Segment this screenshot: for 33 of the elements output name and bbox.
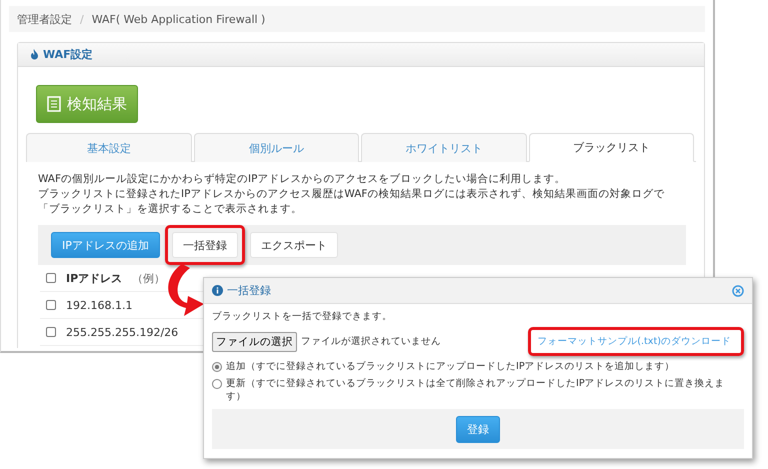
info-icon: [212, 285, 223, 296]
breadcrumb-item[interactable]: WAF( Web Application Firewall ): [92, 12, 266, 26]
option-label: 更新（すでに登録されているブラックリストは全て削除されアップロードしたIPアドレスのリストに置き換えます）: [226, 377, 726, 403]
register-button[interactable]: 登録: [456, 416, 500, 442]
example-text: （例）: [132, 270, 166, 286]
tab[interactable]: ホワイトリスト: [361, 133, 526, 162]
close-icon[interactable]: [732, 284, 744, 296]
file-status: ファイルが選択されていません: [301, 335, 441, 348]
tab[interactable]: ブラックリスト: [528, 133, 694, 162]
tab[interactable]: 個別ルール: [194, 133, 359, 162]
radio-button[interactable]: [212, 379, 222, 389]
ip-address: 192.168.1.1: [66, 298, 132, 312]
dialog-title: 一括登録: [227, 283, 272, 298]
option-label: 追加（すでに登録されているブラックリストにアップロードしたIPアドレスのリストを追加します）: [226, 360, 675, 373]
toolbar-button[interactable]: エクスポート: [250, 232, 338, 258]
ip-address: 255.255.255.192/26: [66, 326, 178, 338]
detection-results-button[interactable]: 検知結果: [36, 85, 138, 123]
choose-file-button[interactable]: ファイルの選択: [212, 332, 297, 352]
breadcrumb-item[interactable]: 管理者設定: [17, 12, 72, 26]
tab[interactable]: 基本設定: [26, 133, 192, 162]
radio-button[interactable]: [212, 362, 222, 372]
flame-icon: [30, 49, 39, 60]
document-icon: [47, 96, 61, 112]
breadcrumb-separator: /: [80, 12, 84, 26]
toolbar-button[interactable]: 一括登録: [172, 232, 238, 258]
column-header: IPアドレス: [66, 270, 122, 286]
toolbar-button[interactable]: IPアドレスの追加: [51, 232, 160, 258]
panel-title: WAF設定: [43, 47, 93, 62]
checkbox[interactable]: [46, 300, 56, 310]
checkbox[interactable]: [46, 273, 56, 283]
checkbox[interactable]: [46, 327, 56, 337]
dialog-message: ブラックリストを一括で登録できます。: [212, 310, 393, 323]
description: WAFの個別ルール設定にかかわらず特定のIPアドレスからのアクセスをブロックしたい場合に利用します。 ブラックリストに登録されたIPアドレスからのアクセス履歴はWAFの検知結果ログには表示されず、検知結果画面の対象ログで「ブラックリスト」を選択することで表示されます。: [37, 172, 666, 217]
